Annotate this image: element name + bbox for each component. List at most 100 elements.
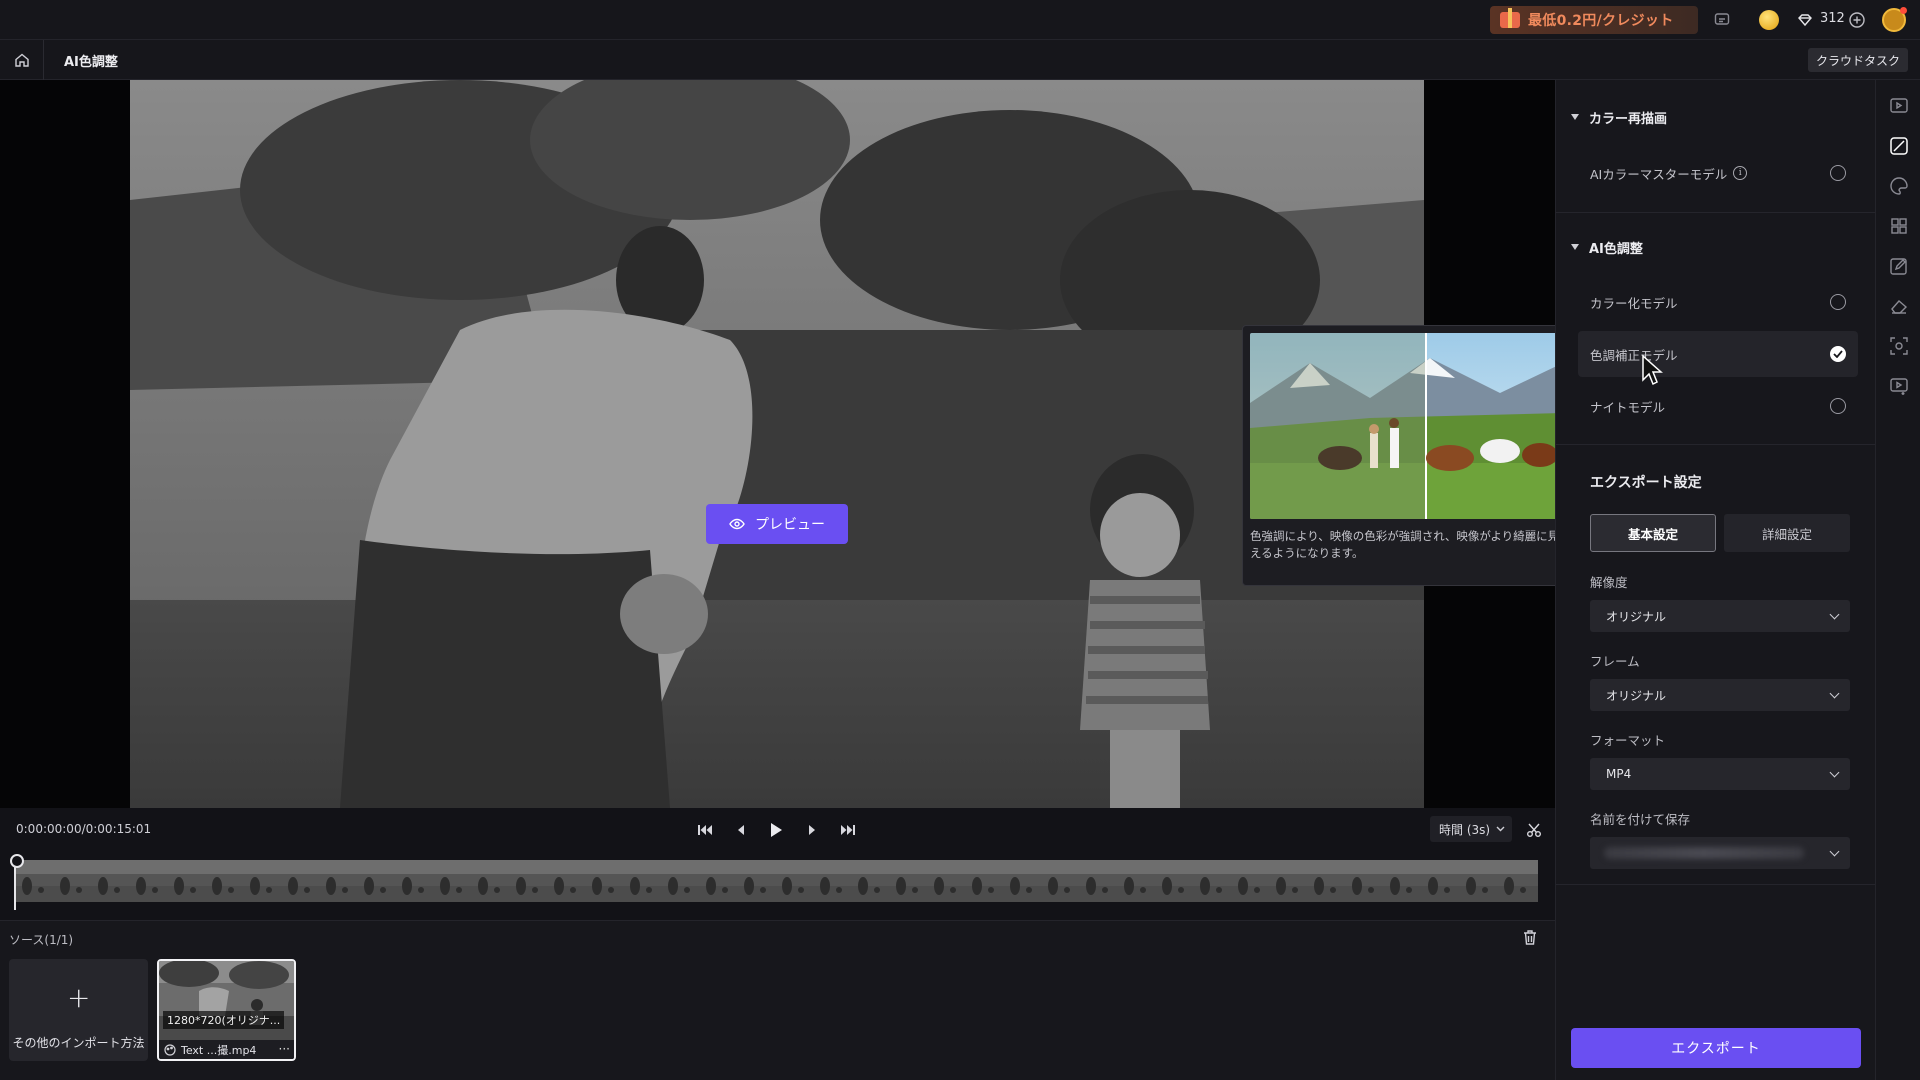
checkmark-icon: [1833, 350, 1843, 358]
resolution-select[interactable]: オリジナル: [1590, 600, 1850, 632]
save-path-select[interactable]: [1590, 837, 1850, 869]
scan-icon[interactable]: [1887, 334, 1911, 358]
blurred-path: [1604, 847, 1804, 859]
option-night-model[interactable]: ナイトモデル: [1578, 383, 1858, 429]
export-settings-title: エクスポート設定: [1590, 475, 1702, 491]
trash-icon[interactable]: [1522, 929, 1538, 950]
mouse-cursor: [1642, 354, 1663, 386]
format-value: MP4: [1606, 767, 1632, 781]
previous-frame-button[interactable]: [729, 818, 753, 842]
option-colorize-model[interactable]: カラー化モデル: [1578, 279, 1858, 325]
play-button[interactable]: [764, 818, 788, 842]
color-adjust-icon[interactable]: [1887, 134, 1911, 158]
scissors-button[interactable]: [1522, 818, 1546, 842]
edit-icon[interactable]: [1887, 254, 1911, 278]
radio-ai-color-master[interactable]: [1830, 165, 1846, 181]
option-label: カラー化モデル: [1590, 295, 1678, 311]
play-icon: [771, 823, 782, 837]
eraser-icon[interactable]: [1887, 294, 1911, 318]
chevron-down-icon: [1829, 688, 1840, 699]
chevron-down-icon: [1829, 846, 1840, 857]
page-title: AI色調整: [64, 55, 118, 70]
format-label: フォーマット: [1590, 733, 1666, 748]
skip-end-icon: [841, 825, 855, 835]
playhead[interactable]: [10, 854, 24, 910]
scissors-icon: [1527, 823, 1541, 837]
apps-icon[interactable]: [1887, 214, 1911, 238]
promo-banner[interactable]: 最低0.2円/クレジット: [1490, 6, 1698, 34]
tab-bar: AI色調整 クラウドタスク: [0, 40, 1920, 80]
video-add-icon[interactable]: [1887, 374, 1911, 398]
tool-rail: [1875, 80, 1920, 1080]
preview-label: プレビュー: [755, 517, 825, 533]
preview-panel-icon[interactable]: [1887, 94, 1911, 118]
divider: [1556, 444, 1876, 445]
more-options-icon[interactable]: ···: [279, 1042, 290, 1056]
skip-start-icon: [698, 825, 712, 835]
section-recolor-header[interactable]: カラー再描画: [1556, 104, 1876, 130]
avatar[interactable]: [1882, 7, 1907, 32]
next-frame-button[interactable]: [800, 818, 824, 842]
add-credits-icon[interactable]: [1846, 9, 1868, 31]
tab-detail-settings[interactable]: 詳細設定: [1724, 514, 1850, 552]
timecode: 0:00:00:00/0:00:15:01: [16, 822, 152, 836]
plus-icon: +: [67, 981, 91, 1014]
coin-icon[interactable]: [1759, 10, 1779, 30]
section-ai-color-title: AI色調整: [1589, 241, 1643, 257]
option-label: AIカラーマスターモデル: [1590, 166, 1728, 182]
timeline-track[interactable]: [0, 854, 1555, 920]
before-after-preview-image: [1250, 333, 1563, 519]
divider: [1556, 884, 1876, 885]
info-icon[interactable]: i: [1733, 166, 1748, 180]
collapse-triangle-icon: [1571, 114, 1579, 120]
option-color-correction-model[interactable]: 色調補正モデル: [1578, 331, 1858, 377]
source-title: ソース(1/1): [9, 933, 74, 947]
radio-color-correction-model[interactable]: [1830, 346, 1846, 362]
gift-icon: [1500, 8, 1520, 28]
save-as-label: 名前を付けて保存: [1590, 812, 1691, 827]
option-label: ナイトモデル: [1590, 399, 1666, 415]
promo-text: 最低0.2円/クレジット: [1528, 13, 1674, 29]
video-frame: [130, 80, 1424, 808]
home-icon: [14, 53, 29, 67]
import-label: その他のインポート方法: [12, 1036, 145, 1050]
tab-basic-settings[interactable]: 基本設定: [1590, 514, 1716, 552]
chevron-down-icon: [1496, 826, 1505, 832]
section-ai-color-header[interactable]: AI色調整: [1556, 234, 1876, 260]
playback-controls: 0:00:00:00/0:00:15:01 時間 (3s): [0, 808, 1555, 856]
clip-resolution: 1280*720(オリジナ...: [163, 1011, 285, 1029]
collapse-triangle-icon: [1571, 244, 1579, 250]
filmstrip[interactable]: [15, 860, 1538, 902]
frame-select[interactable]: オリジナル: [1590, 679, 1850, 711]
radio-night-model[interactable]: [1830, 398, 1846, 414]
chevron-down-icon: [1829, 767, 1840, 778]
clip-filename-bar: Text ...撮.mp4 ···: [159, 1040, 294, 1059]
skip-to-end-button[interactable]: [836, 818, 860, 842]
time-scale-select[interactable]: 時間 (3s): [1430, 816, 1512, 842]
section-recolor-title: カラー再描画: [1589, 111, 1668, 127]
eye-icon: [729, 518, 745, 530]
clip-filename: Text ...撮.mp4: [181, 1043, 257, 1057]
home-button[interactable]: [0, 40, 44, 80]
resolution-value: オリジナル: [1606, 609, 1667, 624]
credit-count: 312: [1820, 11, 1845, 26]
import-more-button[interactable]: + その他のインポート方法: [9, 959, 148, 1061]
frame-label: フレーム: [1590, 654, 1640, 669]
time-scale-value: 時間 (3s): [1439, 822, 1491, 837]
frame-value: オリジナル: [1606, 688, 1667, 703]
radio-colorize-model[interactable]: [1830, 294, 1846, 310]
model-tooltip: 色強調により、映像の色彩が強調され、映像がより綺麗に見えるようになります。: [1242, 325, 1576, 586]
skip-to-start-button[interactable]: [693, 818, 717, 842]
message-icon[interactable]: [1711, 9, 1733, 31]
step-back-icon: [738, 825, 744, 835]
palette-icon[interactable]: [1887, 174, 1911, 198]
cloud-task-button[interactable]: クラウドタスク: [1808, 48, 1908, 72]
clip-palette-icon: [164, 1044, 176, 1056]
chevron-down-icon: [1829, 609, 1840, 620]
source-panel: ソース(1/1) + その他のインポート方法 1280*720(オリジナ... …: [0, 920, 1555, 1080]
media-clip[interactable]: 1280*720(オリジナ... Text ...撮.mp4 ···: [157, 959, 296, 1061]
preview-button[interactable]: プレビュー: [706, 504, 848, 544]
option-ai-color-master[interactable]: AIカラーマスターモデル i: [1578, 150, 1858, 196]
export-button[interactable]: エクスポート: [1571, 1028, 1861, 1068]
format-select[interactable]: MP4: [1590, 758, 1850, 790]
